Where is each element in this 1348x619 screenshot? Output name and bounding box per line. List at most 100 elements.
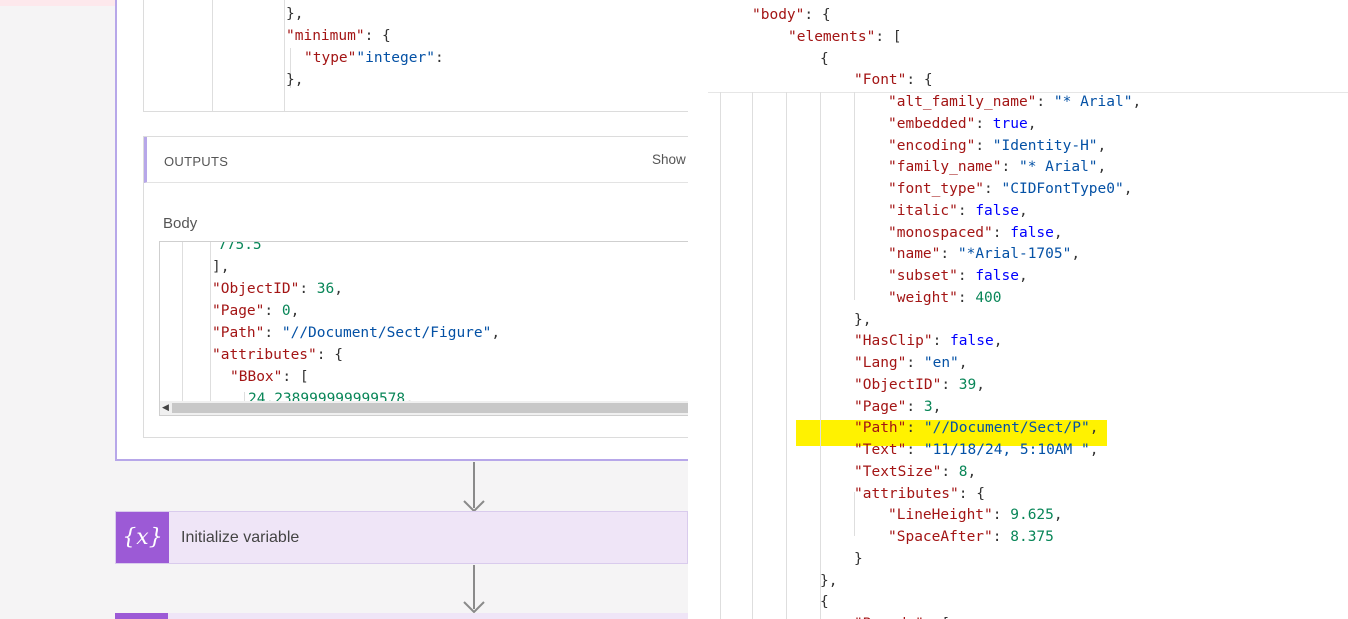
code-token: "Lang"	[854, 355, 907, 371]
scrollbar-thumb[interactable]	[172, 403, 690, 413]
flow-arrow-down-icon	[463, 565, 485, 613]
code-token: :	[992, 529, 1011, 545]
code-token: "monospaced"	[888, 224, 993, 241]
code-token: ,	[491, 325, 501, 341]
code-token: :	[975, 137, 993, 154]
code-token: "CIDFontType0"	[1001, 181, 1124, 197]
code-token: ,	[1018, 202, 1028, 219]
code-line: "Font": {	[854, 69, 933, 91]
code-token: "11/18/24, 5:10AM "	[923, 442, 1090, 458]
outputs-header[interactable]: OUTPUTS Show r	[144, 137, 704, 183]
code-line: "LineHeight": 9.625,	[888, 504, 1063, 526]
code-line: "body": {	[752, 4, 831, 26]
code-token: 400	[975, 289, 1002, 306]
code-token: 3	[923, 398, 933, 415]
code-token: "//Document/Sect/P"	[923, 420, 1090, 437]
code-line: 775.5	[218, 241, 262, 256]
code-token: 9.625	[1010, 507, 1054, 524]
code-token: :	[992, 224, 1011, 241]
code-token: "ObjectID"	[854, 376, 942, 393]
initialize-variable-label: Initialize variable	[181, 529, 300, 546]
code-token: ,	[1053, 224, 1063, 241]
code-line: "Page": 0,	[212, 300, 299, 322]
code-token: "type"	[304, 50, 357, 66]
code-token: ,	[1123, 181, 1133, 197]
code-line: "elements": [	[788, 26, 902, 48]
code-token: 775.5	[218, 241, 262, 253]
code-token: :	[906, 442, 924, 458]
code-token: {	[820, 594, 829, 611]
code-token: 36	[316, 281, 335, 297]
code-line: "type""integer":	[304, 47, 452, 69]
variable-icon: {x}	[116, 512, 169, 563]
indent-guide	[284, 0, 285, 111]
code-token: ,	[1097, 137, 1107, 154]
code-token: :	[434, 50, 453, 66]
code-token: "Path"	[854, 420, 907, 437]
code-token: 8.375	[1010, 529, 1054, 545]
flow-arrow-down-icon	[463, 462, 485, 512]
code-line: }	[854, 548, 863, 570]
code-line: "subset": false,	[888, 265, 1028, 287]
next-action-card[interactable]	[115, 613, 688, 619]
code-line: },	[286, 69, 303, 91]
code-token: : [	[282, 369, 309, 385]
code-line: "Bounds": [	[854, 613, 950, 619]
code-line: "Page": 3,	[854, 396, 941, 418]
code-line: "BBox": [	[230, 366, 309, 388]
code-token: "Font"	[854, 72, 907, 89]
code-line: "weight": 400	[888, 287, 1002, 309]
horizontal-scrollbar[interactable]: ◀	[160, 401, 690, 415]
code-token: false	[975, 202, 1019, 219]
code-token: "body"	[752, 7, 805, 23]
initialize-variable-card[interactable]: {x} Initialize variable	[115, 511, 688, 564]
code-line: "monospaced": false,	[888, 222, 1063, 244]
code-line: ],	[212, 256, 229, 278]
code-token: ,	[993, 333, 1003, 350]
code-token: "attributes"	[854, 485, 959, 502]
code-token: "subset"	[888, 268, 958, 284]
code-token: "Page"	[212, 303, 265, 319]
code-line: },	[820, 570, 837, 592]
code-line: },	[854, 309, 871, 331]
code-token: :	[941, 376, 959, 393]
code-token: :	[940, 246, 958, 263]
code-token: },	[286, 72, 304, 88]
code-token: "font_type"	[888, 181, 985, 197]
code-token: "attributes"	[212, 347, 317, 363]
code-line: "encoding": "Identity-H",	[888, 135, 1106, 157]
code-line: "ObjectID": 39,	[854, 374, 985, 396]
code-token: "name"	[888, 246, 941, 263]
code-line: "italic": false,	[888, 200, 1028, 222]
indent-guide	[182, 242, 183, 402]
outputs-body-code[interactable]: 775.5], "ObjectID": 36, "Page": 0, "Path": …	[159, 241, 690, 416]
code-token: : {	[364, 28, 391, 44]
code-token: "weight"	[888, 289, 958, 306]
scroll-left-icon[interactable]: ◀	[162, 402, 169, 413]
code-token: :	[957, 202, 976, 219]
body-label: Body	[163, 215, 198, 232]
code-token: :	[264, 325, 282, 341]
indent-guide	[210, 242, 211, 402]
code-line: "minimum": {	[286, 25, 391, 47]
code-token: : {	[958, 485, 985, 502]
code-token: : {	[804, 7, 831, 23]
code-token: ,	[932, 398, 942, 415]
code-token: false	[950, 333, 994, 350]
next-action-icon	[115, 613, 168, 619]
code-token: "minimum"	[286, 28, 365, 44]
code-token: },	[820, 572, 838, 589]
code-token: "italic"	[888, 202, 958, 219]
code-token: :	[264, 303, 282, 319]
code-token: ,	[1132, 94, 1142, 110]
code-token: "Path"	[212, 325, 265, 341]
code-token: :	[299, 281, 317, 297]
code-line: "name": "*Arial-1705",	[888, 243, 1080, 265]
code-token: },	[286, 6, 304, 22]
code-token: ,	[1097, 159, 1107, 176]
code-token: :	[932, 333, 951, 350]
code-line: "attributes": {	[212, 344, 343, 366]
code-token: "en"	[923, 355, 959, 371]
code-token: 39	[958, 376, 977, 393]
code-token: : {	[316, 347, 343, 363]
